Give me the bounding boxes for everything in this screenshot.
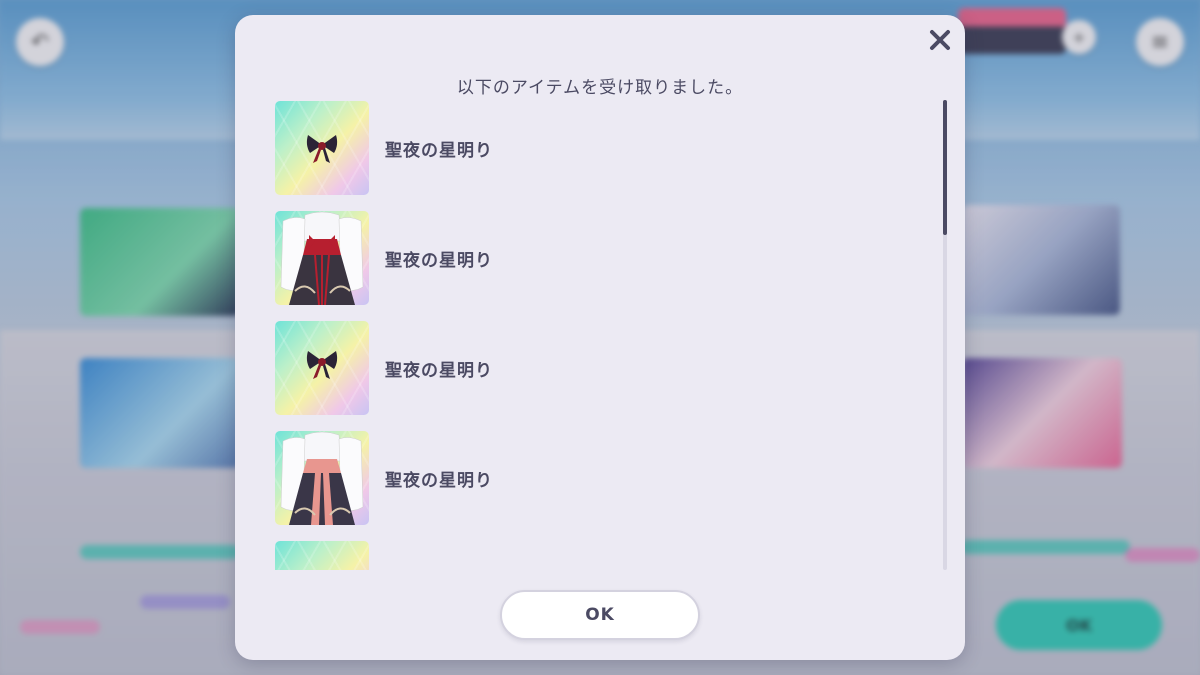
dialog-title: 以下のアイテムを受け取りました。	[456, 78, 744, 98]
outfit-white-red-icon	[280, 211, 364, 305]
item-thumbnail	[275, 321, 369, 415]
item-list[interactable]: 聖夜の星明り 聖夜の星明り 聖夜の星明り 聖夜の星明り	[275, 100, 935, 570]
close-icon	[930, 30, 950, 50]
list-item: 聖夜の星明り	[275, 320, 915, 416]
close-button[interactable]	[925, 25, 955, 55]
outfit-white-pink-icon	[280, 431, 364, 525]
item-thumbnail	[275, 541, 369, 570]
item-thumbnail	[275, 431, 369, 525]
list-item: 聖夜の星明り	[275, 210, 915, 306]
list-item	[275, 540, 915, 570]
scrollbar[interactable]	[943, 100, 947, 570]
list-item: 聖夜の星明り	[275, 430, 915, 526]
received-items-dialog: 以下のアイテムを受け取りました。 聖夜の星明り 聖夜の星明り 聖夜の星明り 聖夜…	[235, 15, 965, 660]
item-name: 聖夜の星明り	[385, 470, 493, 491]
item-thumbnail	[275, 211, 369, 305]
item-name: 聖夜の星明り	[385, 250, 493, 271]
item-name: 聖夜の星明り	[385, 140, 493, 161]
list-item: 聖夜の星明り	[275, 100, 915, 196]
ribbon-bow-icon	[306, 351, 338, 379]
item-thumbnail	[275, 101, 369, 195]
item-name: 聖夜の星明り	[385, 360, 493, 381]
ok-button[interactable]: OK	[500, 590, 700, 640]
ribbon-bow-icon	[306, 135, 338, 163]
scrollbar-thumb[interactable]	[943, 100, 947, 235]
